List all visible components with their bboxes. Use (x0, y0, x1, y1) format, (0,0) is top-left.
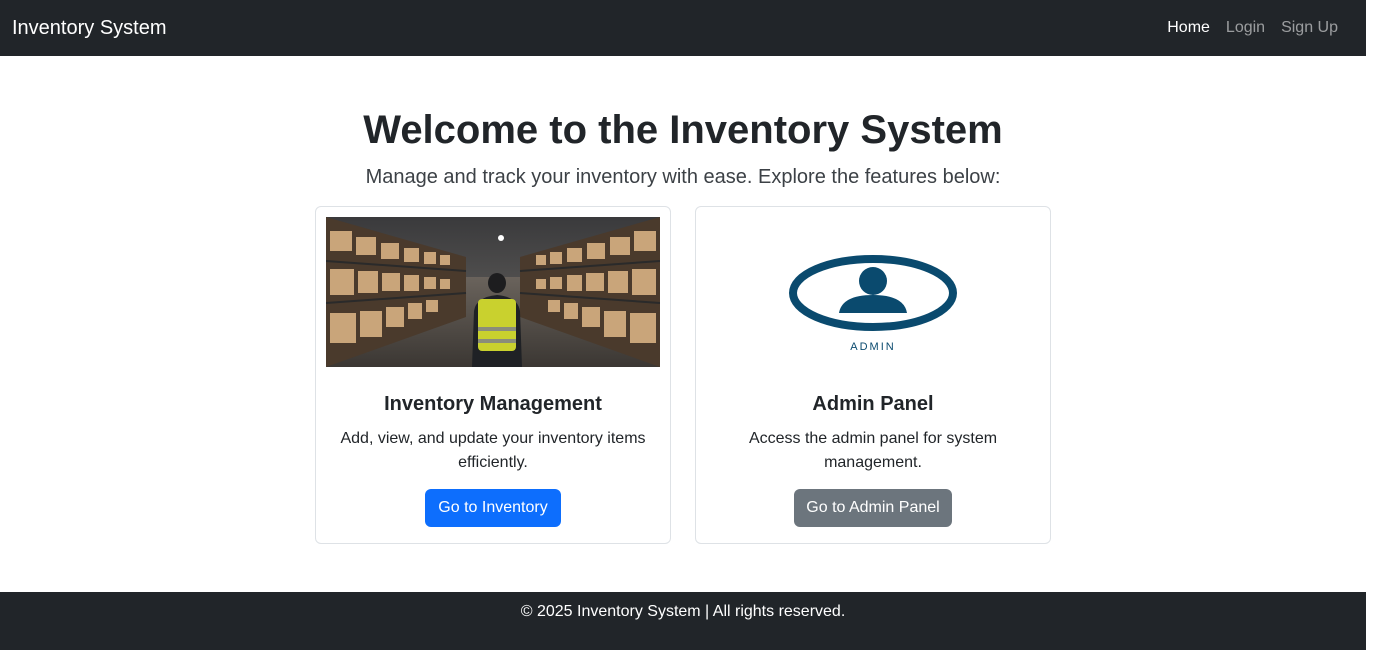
go-to-admin-panel-button[interactable]: Go to Admin Panel (794, 489, 952, 527)
admin-card: ADMIN Admin Panel Access the admin panel… (695, 206, 1051, 544)
go-to-inventory-button[interactable]: Go to Inventory (425, 489, 561, 527)
nav-link-signup[interactable]: Sign Up (1273, 11, 1346, 45)
warehouse-photo (326, 217, 660, 367)
nav-link-home[interactable]: Home (1159, 11, 1218, 45)
card-text: Access the admin panel for system manage… (748, 430, 998, 471)
page-title: Welcome to the Inventory System (363, 108, 1003, 152)
card-text: Add, view, and update your inventory ite… (340, 430, 646, 471)
footer: © 2025 Inventory System | All rights res… (0, 592, 1366, 650)
admin-icon-label: ADMIN (850, 341, 896, 353)
card-title: Admin Panel (812, 393, 934, 415)
nav-links: Home Login Sign Up (1159, 11, 1346, 45)
hero: Welcome to the Inventory System Manage a… (0, 104, 1366, 191)
footer-text: © 2025 Inventory System | All rights res… (520, 603, 846, 620)
card-title: Inventory Management (384, 393, 602, 415)
brand-link[interactable]: Inventory System (12, 17, 167, 40)
inventory-card: Inventory Management Add, view, and upda… (315, 206, 671, 544)
navbar: Inventory System Home Login Sign Up (0, 0, 1366, 56)
page-subtitle: Manage and track your inventory with eas… (365, 166, 1001, 188)
admin-icon: ADMIN (706, 217, 1040, 367)
nav-link-login[interactable]: Login (1218, 11, 1273, 45)
